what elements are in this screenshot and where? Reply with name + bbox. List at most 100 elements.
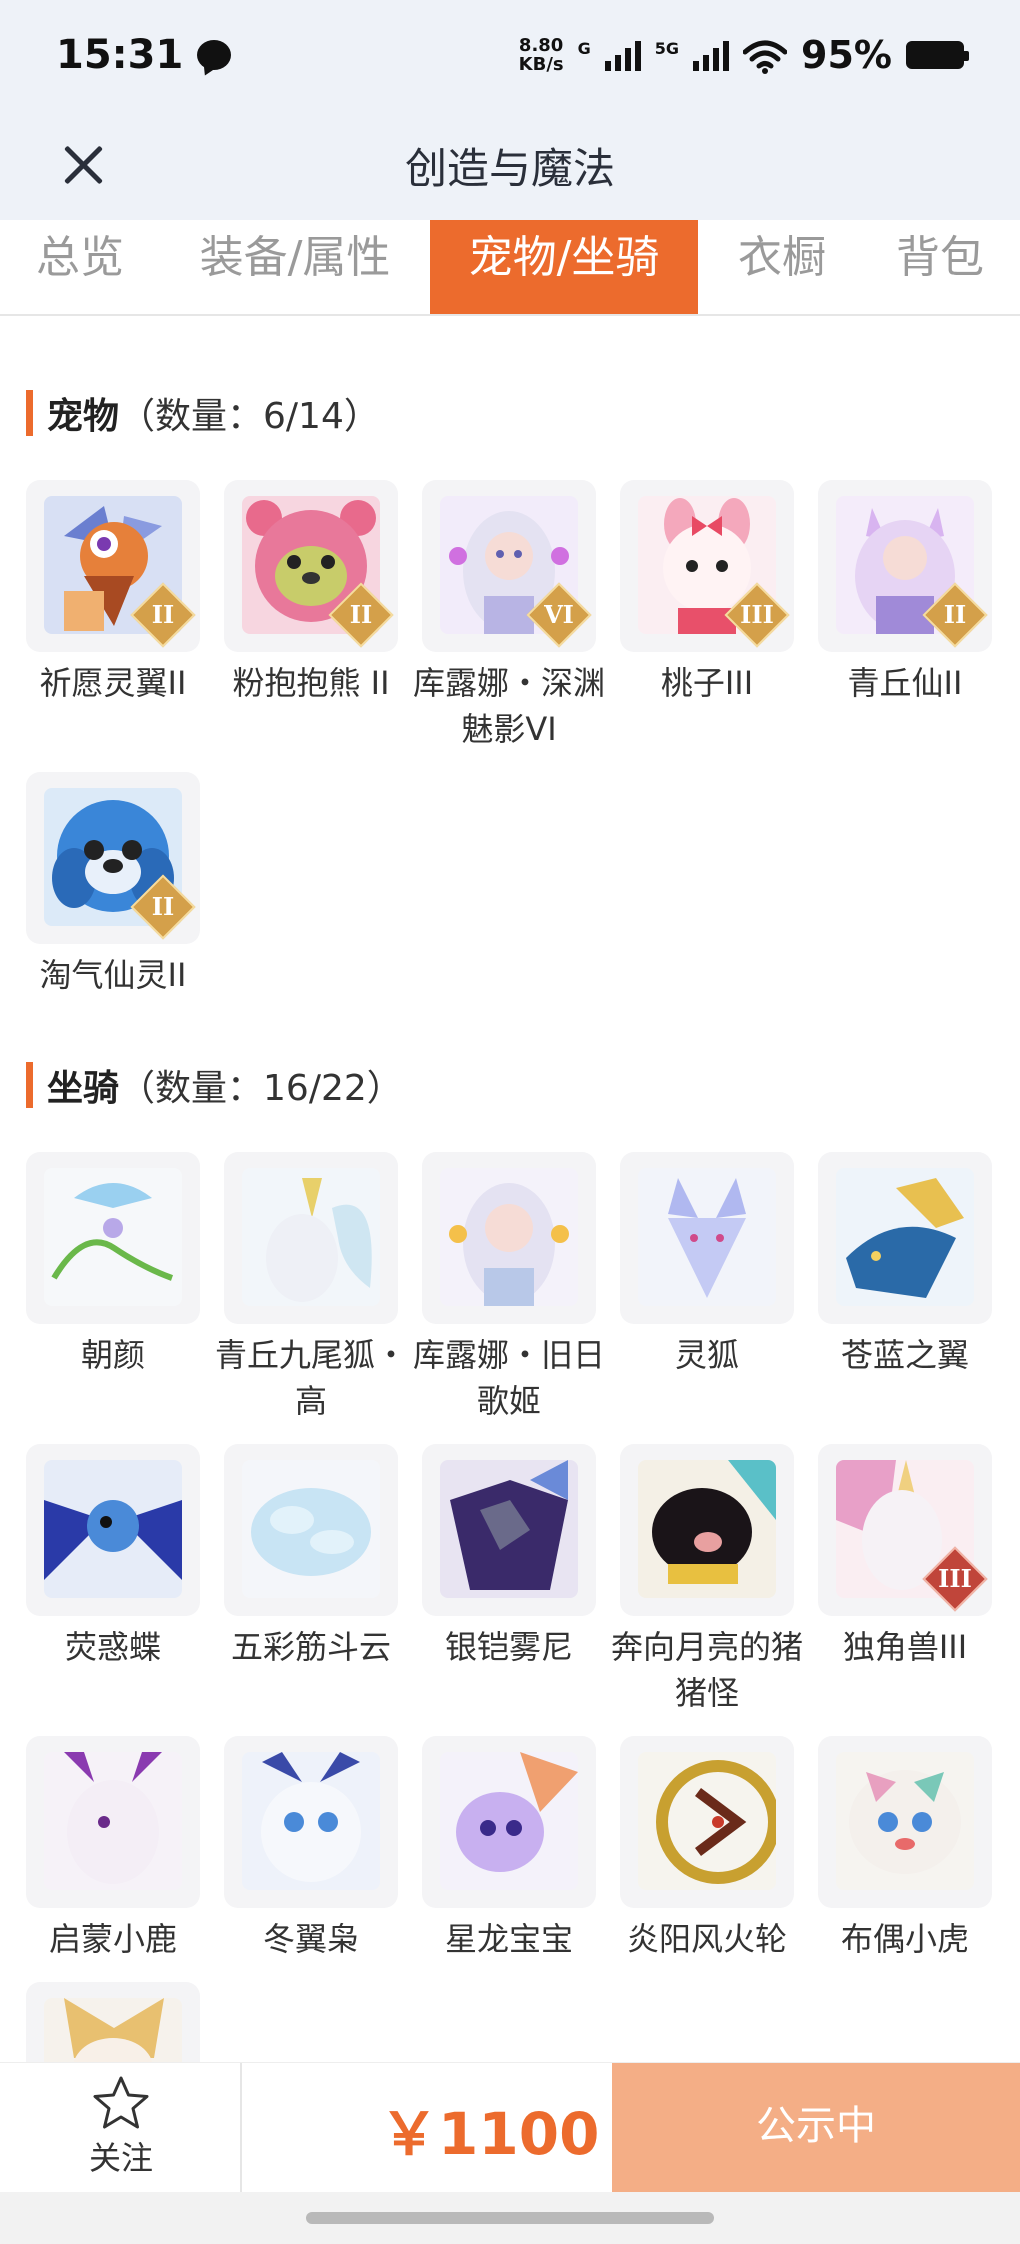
pet-thumbnail[interactable]: II: [224, 480, 398, 652]
section-accent-bar: [26, 390, 33, 436]
pet-thumbnail[interactable]: II: [26, 772, 200, 944]
songstress-mount-icon: [440, 1168, 578, 1306]
home-indicator[interactable]: [306, 2212, 714, 2224]
battery-percentage: 95%: [801, 33, 892, 77]
mount-thumbnail[interactable]: [818, 1736, 992, 1908]
mount-item[interactable]: 苍蓝之翼: [818, 1152, 992, 1378]
price-label: ￥1100: [380, 2100, 600, 2168]
mount-item[interactable]: 冬翼枭: [224, 1736, 398, 1962]
battery-icon: [906, 41, 969, 69]
mounts-grid: 朝颜 青丘九尾狐・高 库露娜・旧日歌姬 灵狐 苍蓝之翼 荧惑蝶 五彩筋斗云 银铠…: [26, 1152, 996, 2062]
mount-item[interactable]: 库露娜・旧日歌姬: [413, 1152, 605, 1424]
pet-name: 青丘仙II: [847, 664, 963, 702]
mount-name: 荧惑蝶: [64, 1628, 161, 1666]
tiger-mount-icon: [836, 1752, 974, 1890]
mount-thumbnail[interactable]: [422, 1152, 596, 1324]
pet-thumbnail[interactable]: VI: [422, 480, 596, 652]
mount-item[interactable]: 青丘九尾狐・高: [215, 1152, 407, 1424]
mount-thumbnail[interactable]: [422, 1444, 596, 1616]
pet-name: 粉抱抱熊 II: [232, 664, 390, 702]
mount-thumbnail[interactable]: III: [818, 1444, 992, 1616]
mount-name: 冬翼枭: [262, 1920, 359, 1958]
top-header: 创造与魔法: [0, 110, 1020, 220]
tab-equipment-attributes[interactable]: 装备/属性: [180, 220, 410, 314]
pet-item[interactable]: II 祈愿灵翼II: [26, 480, 200, 706]
pet-item[interactable]: II 淘气仙灵II: [26, 772, 200, 998]
mount-name: 独角兽III: [842, 1628, 968, 1666]
mount-thumbnail[interactable]: [224, 1736, 398, 1908]
mount-thumbnail[interactable]: [26, 1982, 200, 2062]
spirit-fox-mount-icon: [638, 1168, 776, 1306]
pet-thumbnail[interactable]: II: [26, 480, 200, 652]
mount-name: 银铠雾尼: [444, 1628, 573, 1666]
pet-name: 祈愿灵翼II: [39, 664, 187, 702]
mount-item[interactable]: 奔向月亮的猪猪怪: [611, 1444, 803, 1716]
network-speed-unit: KB/s: [518, 54, 564, 75]
pig-mount-icon: [638, 1460, 776, 1598]
wifi-icon: [742, 38, 788, 74]
mount-item[interactable]: 布偶小虎: [818, 1736, 992, 1962]
baby-dragon-mount-icon: [440, 1752, 578, 1890]
pet-name: 淘气仙灵II: [39, 956, 187, 994]
partial-mount-icon: [44, 1998, 182, 2062]
mount-name: 布偶小虎: [840, 1920, 969, 1958]
mount-name: 朝颜: [80, 1336, 145, 1374]
tab-wardrobe[interactable]: 衣橱: [722, 220, 842, 314]
mount-item[interactable]: 星龙宝宝: [422, 1736, 596, 1962]
signal-icon: [604, 39, 641, 71]
mount-name: 五彩筋斗云: [230, 1628, 391, 1666]
pets-section-count: （数量：6/14）: [119, 396, 380, 437]
mounts-section-count: （数量：16/22）: [119, 1068, 403, 1109]
close-icon[interactable]: [58, 140, 108, 190]
blue-dragon-mount-icon: [836, 1168, 974, 1306]
tab-backpack[interactable]: 背包: [880, 220, 1000, 314]
follow-label: 关注: [88, 2139, 153, 2177]
follow-button[interactable]: 关注: [0, 2063, 242, 2193]
mount-item[interactable]: III 独角兽III: [818, 1444, 992, 1670]
bottom-action-bar: 关注 ￥1100 公示中: [0, 2062, 1020, 2193]
tab-pets-mounts[interactable]: 宠物/坐骑: [430, 220, 698, 314]
mount-thumbnail[interactable]: [620, 1444, 794, 1616]
mount-name: 星龙宝宝: [444, 1920, 573, 1958]
mount-thumbnail[interactable]: [26, 1736, 200, 1908]
clock: 15:31: [56, 32, 184, 78]
pets-grid: II 祈愿灵翼II II 粉抱抱熊 II VI 库露娜・深渊魅影VI III 桃…: [26, 480, 996, 1000]
nine-tail-fox-mount-icon: [242, 1168, 380, 1306]
mount-item[interactable]: 荧惑蝶: [26, 1444, 200, 1670]
mount-thumbnail[interactable]: [224, 1444, 398, 1616]
tab-bar: 总览 装备/属性 宠物/坐骑 衣橱 背包: [0, 220, 1020, 316]
armored-beast-mount-icon: [440, 1460, 578, 1598]
mount-thumbnail[interactable]: [620, 1736, 794, 1908]
mount-thumbnail[interactable]: [620, 1152, 794, 1324]
mount-item[interactable]: 灵狐: [620, 1152, 794, 1378]
mount-name: 库露娜・旧日歌姬: [412, 1336, 605, 1420]
network-speed: 8.80 KB/s: [519, 36, 564, 74]
pet-thumbnail[interactable]: III: [620, 480, 794, 652]
network-type-label: G: [577, 39, 591, 58]
message-notification-icon: [197, 40, 232, 70]
mount-name: 灵狐: [674, 1336, 739, 1374]
mount-item[interactable]: 朝颜: [26, 1152, 200, 1378]
mount-item[interactable]: 五彩筋斗云: [224, 1444, 398, 1670]
pet-thumbnail[interactable]: II: [818, 480, 992, 652]
mount-item[interactable]: 炎阳风火轮: [620, 1736, 794, 1962]
butterfly-mount-icon: [44, 1460, 182, 1598]
mount-thumbnail[interactable]: [26, 1444, 200, 1616]
public-notice-button[interactable]: 公示中: [612, 2063, 1020, 2193]
pet-item[interactable]: II 青丘仙II: [818, 480, 992, 706]
mount-item[interactable]: 启蒙小鹿: [26, 1736, 200, 1962]
pet-item[interactable]: VI 库露娜・深渊魅影VI: [413, 480, 605, 752]
tab-overview[interactable]: 总览: [20, 220, 140, 314]
pet-item[interactable]: III 桃子III: [620, 480, 794, 706]
mounts-section-title: 坐骑: [47, 1068, 120, 1109]
pet-name: 桃子III: [660, 664, 754, 702]
star-icon: [93, 2076, 149, 2129]
white-deer-mount-icon: [44, 1752, 182, 1890]
mount-thumbnail[interactable]: [422, 1736, 596, 1908]
pet-item[interactable]: II 粉抱抱熊 II: [224, 480, 398, 706]
mount-thumbnail[interactable]: [224, 1152, 398, 1324]
mount-item[interactable]: 银铠雾尼: [422, 1444, 596, 1670]
mount-thumbnail[interactable]: [26, 1152, 200, 1324]
mount-thumbnail[interactable]: [818, 1152, 992, 1324]
mount-item[interactable]: [26, 1982, 200, 2062]
